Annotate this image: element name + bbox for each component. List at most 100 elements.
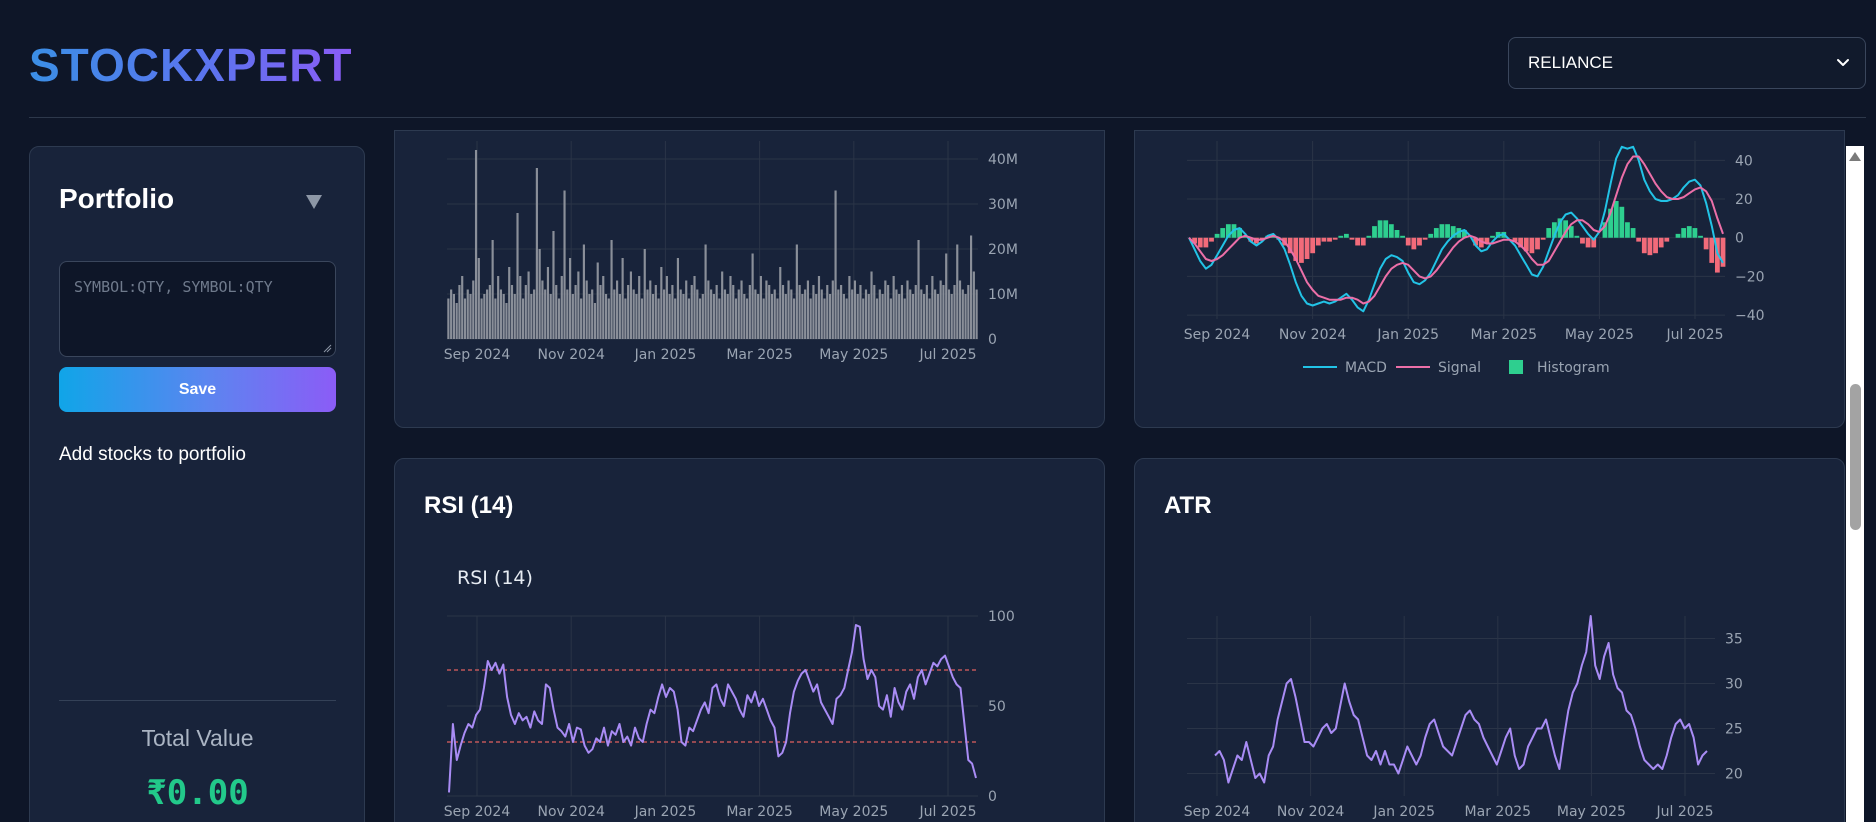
y-tick-label: 0 [1735,231,1744,247]
volume-bar [607,298,610,339]
histogram-bar [1214,233,1220,238]
portfolio-input[interactable]: SYMBOL:QTY, SYMBOL:QTY [59,261,336,357]
volume-bar [834,190,837,339]
volume-bar [743,294,746,339]
volume-bar [853,280,857,339]
histogram-bar [1681,228,1687,238]
histogram-bar [1394,230,1400,238]
total-value-amount: ₹0.00 [146,773,249,813]
histogram-bar [1692,228,1698,238]
stock-select-value: RELIANCE [1528,53,1614,72]
atr-chart[interactable]: Sep 2024 Nov 2024 Jan 2025 Mar 2025 May 2025… [1135,459,1845,822]
resize-grip-icon[interactable] [322,343,332,353]
histogram-bar [1304,237,1310,260]
scroll-up-arrow-icon[interactable] [1848,150,1862,162]
volume-bar [911,294,915,339]
volume-bar [748,285,751,339]
portfolio-empty-message: Add stocks to portfolio [59,444,246,465]
legend-swatch-histogram [1509,360,1523,374]
volume-bar [864,289,868,339]
triangle-down-icon[interactable] [302,189,326,213]
volume-bar [585,280,588,339]
y-tick-label: 10M [988,287,1018,303]
volume-bar [851,289,854,339]
volume-bar [903,298,906,339]
volume-bar [627,285,630,339]
volume-bar [939,280,942,339]
macd-chart[interactable]: Sep 2024 Nov 2024 Jan 2025 Mar 2025 May 2025… [1135,131,1845,428]
rsi-chart[interactable]: RSI (14) Sep 2024 Nov 2024 Jan 2025 Mar 2025… [395,459,1105,822]
volume-bar [961,289,964,339]
x-tick-label: Jan 2025 [634,347,697,363]
volume-bar [560,276,563,339]
volume-bar [740,280,743,339]
volume-bar [975,289,978,339]
histogram-bar [1332,237,1338,240]
save-button[interactable]: Save [59,367,336,412]
volume-bar [458,285,461,339]
volume-bar [690,285,693,339]
histogram-bar [1220,228,1226,238]
volume-bar [549,294,552,339]
volume-bar [809,298,812,339]
y-tick-label: 20M [988,242,1018,258]
volume-bar [909,289,912,339]
volume-bar [787,280,790,339]
histogram-bar [1388,224,1394,238]
y-tick-label: 20 [1735,192,1753,208]
volume-bar [718,298,721,339]
volume-bar [530,294,533,339]
histogram-bar [1653,237,1658,254]
volume-bar [635,294,638,339]
volume-bar [942,285,945,339]
volume-bar [696,289,699,339]
histogram-bar [1529,237,1535,254]
volume-bar [956,244,959,339]
volume-bar [892,276,895,339]
volume-bar [917,240,920,339]
volume-bar [563,190,566,339]
portfolio-sidebar: Portfolio SYMBOL:QTY, SYMBOL:QTY Save Ad… [29,146,365,822]
x-tick-label: Sep 2024 [1184,327,1251,343]
stock-select[interactable]: RELIANCE [1508,37,1866,89]
app-header: STOCKXPERT RELIANCE [0,0,1876,118]
volume-bar [566,289,569,339]
volume-bar [461,276,464,339]
y-tick-label: 25 [1725,722,1743,738]
volume-bar [887,285,890,339]
volume-bar [928,298,931,339]
histogram-bar [1355,237,1361,246]
volume-bar [781,285,785,339]
volume-bar [934,289,937,339]
histogram-bar [1658,237,1664,248]
volume-bar [804,289,807,339]
y-tick-label: 100 [988,609,1015,625]
scrollbar-thumb[interactable] [1850,384,1861,530]
histogram-bar [1535,237,1540,250]
volume-bar [632,289,635,339]
volume-bar [663,289,666,339]
volume-bar [610,240,613,339]
volume-bar [795,244,798,339]
volume-bar [820,289,823,339]
volume-bar [469,294,472,339]
volume-bar [878,289,881,339]
histogram-bar [1439,224,1445,238]
volume-chart[interactable]: Sep 2024 Nov 2024 Jan 2025 Mar 2025 May 2025… [395,131,1105,428]
volume-bar [762,298,765,339]
volume-bar [757,294,760,339]
y-tick-label: 0 [988,789,997,805]
volume-bar [591,289,594,339]
histogram-bar [1411,237,1417,250]
volume-bar [964,294,967,339]
histogram-bar [1327,237,1332,242]
histogram-bar [1540,237,1546,240]
portfolio-input-placeholder: SYMBOL:QTY, SYMBOL:QTY [74,278,273,296]
volume-bar [450,289,453,339]
app-logo[interactable]: STOCKXPERT [29,38,353,92]
volume-bar [510,285,514,339]
histogram-bar [1647,237,1653,256]
volume-bar [790,289,793,339]
volume-bar [596,262,599,339]
volume-bar [516,213,519,339]
